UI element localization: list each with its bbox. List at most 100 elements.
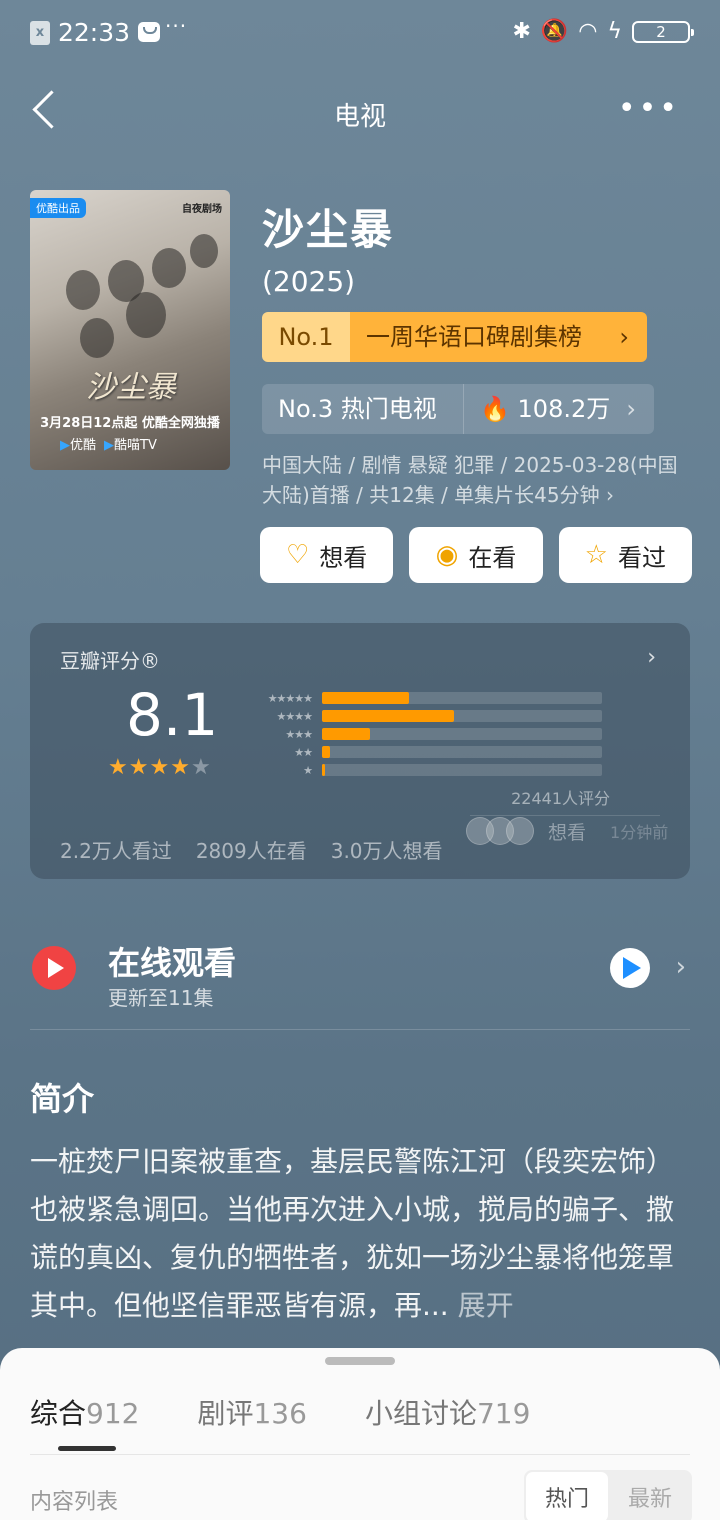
rating-bar-label: ★★ xyxy=(294,745,313,759)
youku-logo-icon xyxy=(610,948,650,988)
tab-count: 719 xyxy=(476,1397,531,1430)
status-time: 22:33 xyxy=(58,18,131,47)
show-meta-text: 中国大陆 / 剧情 悬疑 犯罪 / 2025-03-28(中国大陆)首播 / 共… xyxy=(262,453,678,507)
want-label: 想看 xyxy=(319,543,368,572)
poster-image[interactable]: 优酷出品 自夜剧场 沙尘暴 3月28日12点起 优酷全网独播 ▶优酷 ▶酷喵TV xyxy=(30,190,230,470)
nav-bar: 电视 ••• xyxy=(0,80,720,144)
star-icon: ★ xyxy=(170,755,191,780)
divider xyxy=(30,1454,690,1455)
friend-activity[interactable]: 想看 1分钟前 xyxy=(466,817,668,845)
sheet-tabs: 综合912 剧评136 小组讨论719 xyxy=(30,1392,530,1432)
poster-platforms: ▶优酷 ▶酷喵TV xyxy=(60,438,157,453)
watch-online-row[interactable]: 在线观看 更新至11集 › xyxy=(30,930,690,1030)
intro-title: 简介 xyxy=(30,1080,95,1118)
rank-badge-1[interactable]: No.1 一周华语口碑剧集榜 › xyxy=(262,312,647,362)
tab-group-discussion[interactable]: 小组讨论719 xyxy=(365,1392,530,1432)
bottom-sheet[interactable]: 综合912 剧评136 小组讨论719 内容列表 热门 最新 xyxy=(0,1348,720,1520)
watching-label: 在看 xyxy=(468,543,517,572)
poster-platform-2: 酷喵TV xyxy=(114,438,157,453)
show-title: 沙尘暴 xyxy=(262,205,395,254)
content-list-label: 内容列表 xyxy=(30,1490,119,1515)
expand-button[interactable]: 展开 xyxy=(458,1289,514,1322)
rating-bar-fill xyxy=(322,692,409,704)
stat-watched[interactable]: 2.2万人看过 xyxy=(60,835,172,864)
poster-tag: 优酷出品 xyxy=(30,198,86,218)
rating-stats: 2.2万人看过 2809人在看 3.0万人想看 xyxy=(60,835,443,864)
rating-bar-label: ★ xyxy=(303,763,313,777)
watch-online-sub: 更新至11集 xyxy=(108,986,214,1010)
star-icon: ★ xyxy=(108,755,129,780)
tab-label: 综合 xyxy=(30,1397,87,1430)
rating-count: 22441人评分 xyxy=(511,789,610,808)
target-icon: ◉ xyxy=(435,540,459,570)
rating-bar-row: ★★★★★ xyxy=(252,689,602,707)
watch-online-label: 在线观看 xyxy=(108,944,237,982)
bluetooth-icon: ✱ xyxy=(512,19,531,44)
poster-platform-1: 优酷 xyxy=(70,438,97,453)
intro-text: 一桩焚尸旧案被重查，基层民警陈江河（段奕宏饰）也被紧急调回。当他再次进入小城，搅… xyxy=(30,1138,692,1330)
rank2-heat: 108.2万 xyxy=(517,395,611,423)
tab-reviews[interactable]: 剧评136 xyxy=(197,1392,306,1432)
want-button[interactable]: ♡ 想看 xyxy=(260,527,394,583)
play-icon xyxy=(32,946,76,990)
battery-indicator: 2 xyxy=(632,21,694,43)
rating-bar-track xyxy=(322,746,602,758)
chevron-right-icon: › xyxy=(626,395,636,423)
tab-count: 912 xyxy=(86,1397,140,1430)
stat-watching[interactable]: 2809人在看 xyxy=(196,835,307,864)
status-bar: x 22:33 ··· ✱ 🔕 ◠ ϟ 2 xyxy=(0,0,720,64)
avatar xyxy=(506,817,534,845)
rank1-no: No.1 xyxy=(262,312,350,362)
rating-bar-track xyxy=(322,728,602,740)
rating-bar-track xyxy=(322,764,602,776)
rating-bar-row: ★★★ xyxy=(252,725,602,743)
lightning-icon: ϟ xyxy=(607,19,622,44)
sim-x-icon: x xyxy=(30,21,50,45)
rating-stars: ★★★★★ xyxy=(108,755,212,780)
page-title: 电视 xyxy=(333,102,386,132)
chevron-right-icon[interactable]: › xyxy=(647,645,656,670)
star-icon: ★ xyxy=(190,755,212,780)
rating-bar-row: ★★ xyxy=(252,743,602,761)
flame-icon: 🔥 xyxy=(480,395,510,423)
rating-bar-label: ★★★★★ xyxy=(267,691,313,705)
more-horizontal-icon[interactable]: ••• xyxy=(618,94,680,124)
status-more-icon: ··· xyxy=(165,14,188,38)
tab-overall[interactable]: 综合912 xyxy=(30,1392,139,1432)
rating-card[interactable]: 豆瓣评分® › 8.1 ★★★★★ ★★★★★ ★★★★ ★★★ ★★ ★ 22441人… xyxy=(30,623,690,879)
sort-new-button[interactable]: 最新 xyxy=(608,1481,692,1513)
divider xyxy=(470,815,660,816)
rating-bar-track xyxy=(322,710,602,722)
tab-label: 剧评 xyxy=(197,1397,254,1430)
watched-button[interactable]: ☆ 看过 xyxy=(558,527,692,583)
star-icon: ★ xyxy=(128,755,150,780)
rating-bar-fill xyxy=(322,710,454,722)
poster-date: 3月28日12点起 优酷全网独播 xyxy=(40,416,220,431)
rating-bar-fill xyxy=(322,764,325,776)
star-outline-icon: ☆ xyxy=(584,540,608,570)
watching-button[interactable]: ◉ 在看 xyxy=(409,527,543,583)
rating-bar-track xyxy=(322,692,602,704)
sort-toggle: 热门 最新 xyxy=(524,1470,692,1520)
friend-time: 1分钟前 xyxy=(610,823,669,842)
rating-distribution: ★★★★★ ★★★★ ★★★ ★★ ★ xyxy=(252,689,602,779)
rating-bar-label: ★★★ xyxy=(285,727,313,741)
chevron-right-icon: › xyxy=(605,483,614,507)
star-icon: ★ xyxy=(149,755,171,780)
drag-handle[interactable] xyxy=(325,1357,395,1365)
sort-hot-button[interactable]: 热门 xyxy=(526,1472,608,1520)
stat-wanting[interactable]: 3.0万人想看 xyxy=(331,835,443,864)
mail-icon xyxy=(138,22,160,42)
rating-header: 豆瓣评分® xyxy=(60,649,160,673)
show-meta[interactable]: 中国大陆 / 剧情 悬疑 犯罪 / 2025-03-28(中国大陆)首播 / 共… xyxy=(262,450,692,510)
tab-label: 小组讨论 xyxy=(364,1397,477,1430)
heart-plus-icon: ♡ xyxy=(286,540,310,570)
poster-figures xyxy=(50,230,220,380)
show-year: (2025) xyxy=(262,265,356,298)
tab-count: 136 xyxy=(253,1397,307,1430)
friend-avatars xyxy=(466,817,534,845)
chevron-right-icon: › xyxy=(619,323,629,351)
poster-studio: 自夜剧场 xyxy=(182,204,222,215)
rating-score: 8.1 xyxy=(126,681,219,749)
rank-badge-2[interactable]: No.3 热门电视 🔥 108.2万 › xyxy=(262,384,654,434)
